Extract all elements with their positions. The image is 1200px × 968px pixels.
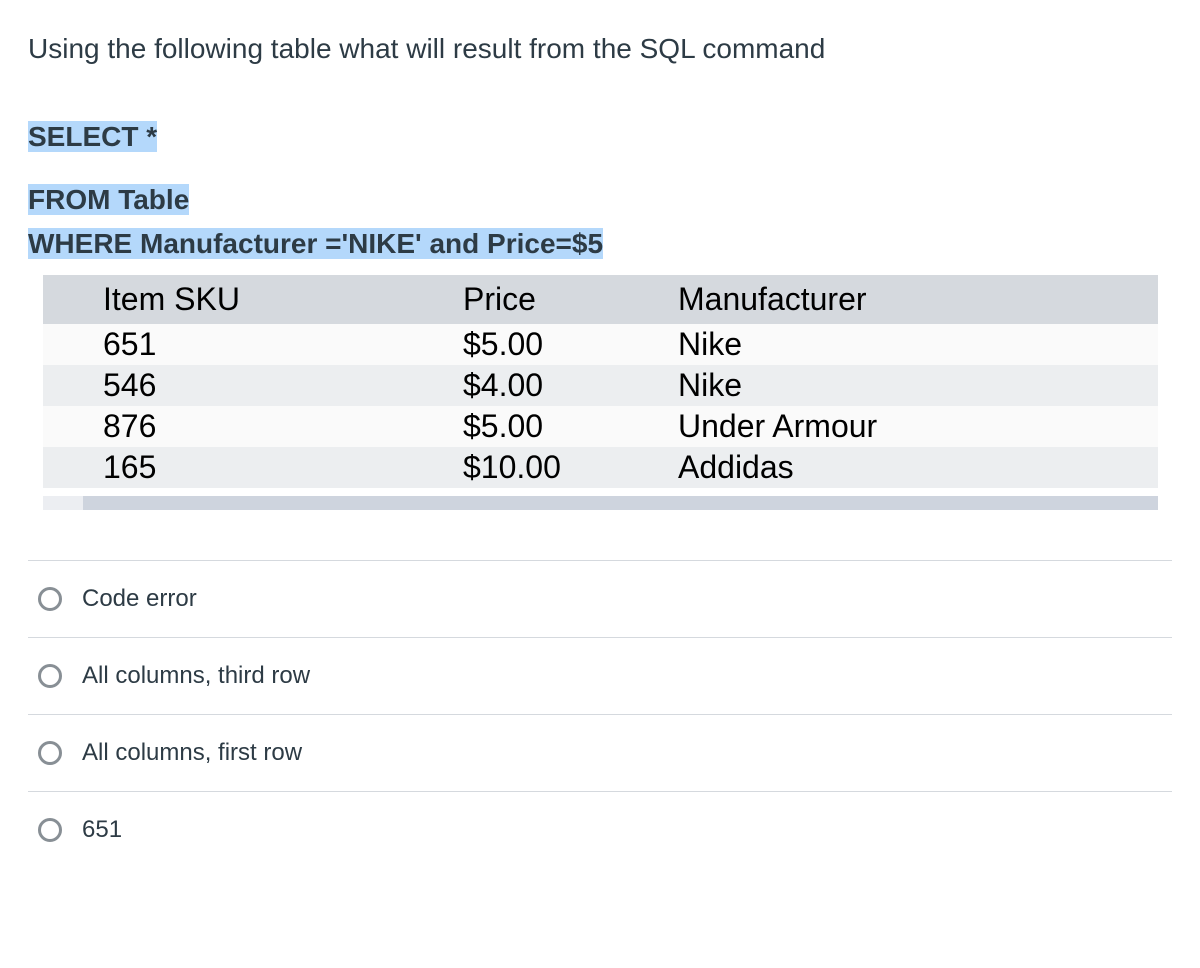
option-651[interactable]: 651 [28, 792, 1172, 868]
radio-icon[interactable] [38, 664, 62, 688]
sql-line-2: FROM Table [28, 184, 189, 215]
option-label: All columns, third row [82, 662, 310, 690]
table-row: 876 $5.00 Under Armour [43, 406, 1158, 447]
table-row: 546 $4.00 Nike [43, 365, 1158, 406]
header-price: Price [403, 275, 618, 324]
cell-mfr: Under Armour [618, 406, 1158, 447]
option-code-error[interactable]: Code error [28, 561, 1172, 638]
cell-sku: 876 [43, 406, 403, 447]
cell-price: $4.00 [403, 365, 618, 406]
header-manufacturer: Manufacturer [618, 275, 1158, 324]
table-header-row: Item SKU Price Manufacturer [43, 275, 1158, 324]
cell-price: $5.00 [403, 324, 618, 365]
horizontal-scrollbar[interactable] [43, 496, 1158, 510]
cell-sku: 651 [43, 324, 403, 365]
option-all-columns-third-row[interactable]: All columns, third row [28, 638, 1172, 715]
header-sku: Item SKU [43, 275, 403, 324]
sql-code-block: SELECT * FROM Table WHERE Manufacturer =… [28, 115, 1172, 265]
question-prompt: Using the following table what will resu… [28, 28, 1172, 70]
cell-mfr: Addidas [618, 447, 1158, 488]
radio-icon[interactable] [38, 587, 62, 611]
radio-icon[interactable] [38, 741, 62, 765]
option-all-columns-first-row[interactable]: All columns, first row [28, 715, 1172, 792]
cell-mfr: Nike [618, 365, 1158, 406]
scrollbar-thumb[interactable] [43, 496, 83, 510]
cell-sku: 546 [43, 365, 403, 406]
sql-line-3: WHERE Manufacturer ='NIKE' and Price=$5 [28, 228, 603, 259]
table-row: 165 $10.00 Addidas [43, 447, 1158, 488]
table-row: 651 $5.00 Nike [43, 324, 1158, 365]
cell-price: $5.00 [403, 406, 618, 447]
answer-options: Code error All columns, third row All co… [28, 560, 1172, 868]
sql-line-1: SELECT * [28, 121, 157, 152]
radio-icon[interactable] [38, 818, 62, 842]
data-table: Item SKU Price Manufacturer 651 $5.00 Ni… [43, 275, 1158, 488]
cell-sku: 165 [43, 447, 403, 488]
option-label: Code error [82, 585, 197, 613]
option-label: All columns, first row [82, 739, 302, 767]
cell-price: $10.00 [403, 447, 618, 488]
cell-mfr: Nike [618, 324, 1158, 365]
option-label: 651 [82, 816, 122, 844]
